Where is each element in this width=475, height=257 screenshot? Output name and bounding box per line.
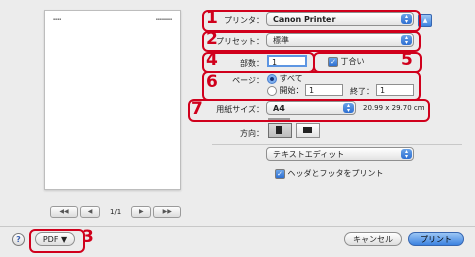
portrait-icon xyxy=(276,126,282,134)
callout-number-3: 3 xyxy=(82,227,94,247)
options-divider xyxy=(212,144,462,145)
options-section-select[interactable]: テキストエディット ▴ ▾ xyxy=(266,147,414,161)
callout-number-6: 6 xyxy=(206,72,218,92)
orientation-label: 方向： xyxy=(240,129,264,138)
page-indicator: 1/1 xyxy=(110,208,122,216)
landscape-orientation-button[interactable] xyxy=(296,123,320,138)
callout-box-copies xyxy=(202,52,315,73)
next-page-button[interactable]: ▶ xyxy=(131,206,152,218)
previous-page-button[interactable]: ◀ xyxy=(80,206,100,218)
callout-number-2: 2 xyxy=(206,29,218,49)
footer-divider xyxy=(0,226,475,227)
first-page-button[interactable]: ◀◀ xyxy=(50,206,78,218)
print-button[interactable]: プリント xyxy=(408,232,464,246)
callout-number-4: 4 xyxy=(206,50,218,70)
callout-box-paper-size xyxy=(188,99,430,122)
landscape-icon xyxy=(303,127,312,133)
callout-box-pages xyxy=(202,71,421,101)
preview-pager: ◀◀ ◀ 1/1 ▶ ▶▶ xyxy=(50,206,182,218)
callout-box-presets xyxy=(202,31,421,52)
cancel-button[interactable]: キャンセル xyxy=(344,232,402,246)
callout-box-printer xyxy=(202,10,421,32)
callout-number-5: 5 xyxy=(401,50,413,70)
help-button[interactable]: ? xyxy=(12,233,25,246)
options-section-value: テキストエディット xyxy=(273,150,345,159)
last-page-button[interactable]: ▶▶ xyxy=(153,206,182,218)
popup-arrows-icon: ▴ ▾ xyxy=(401,149,412,160)
callout-number-7: 7 xyxy=(191,99,203,119)
preview-header-right: ▪▪▪▪▪▪▪▪ xyxy=(155,17,172,21)
preview-header-left: ▪▪▪▪ xyxy=(53,17,62,21)
checkmark-icon: ✓ xyxy=(275,168,285,179)
header-footer-checkbox[interactable]: ✓ ヘッダとフッタをプリント xyxy=(275,168,384,179)
callout-box-pdf xyxy=(29,229,85,253)
header-footer-label: ヘッダとフッタをプリント xyxy=(287,169,384,178)
print-preview-page: ▪▪▪▪ ▪▪▪▪▪▪▪▪ xyxy=(44,10,181,190)
portrait-orientation-button[interactable] xyxy=(268,123,292,138)
callout-number-1: 1 xyxy=(206,8,218,28)
